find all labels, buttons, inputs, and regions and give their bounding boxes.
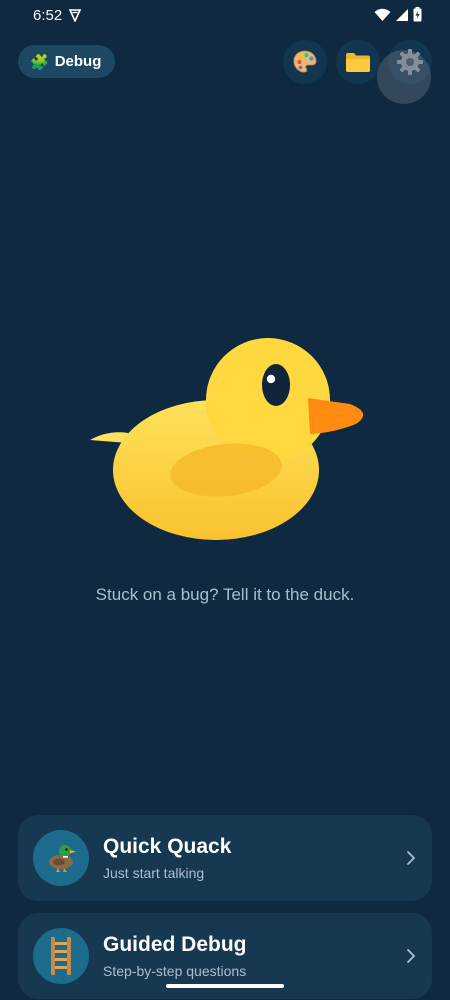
status-bar: 6:52: [0, 0, 450, 32]
rubber-duck-illustration: [90, 338, 364, 540]
quick-quack-card[interactable]: Quick Quack Just start talking: [18, 815, 432, 901]
quick-quack-avatar: [33, 830, 89, 886]
quick-quack-subtitle: Just start talking: [103, 865, 205, 881]
palette-icon: [293, 50, 317, 73]
settings-press-ripple: [377, 50, 431, 104]
chevron-right-icon: [407, 949, 415, 963]
guided-debug-subtitle: Step-by-step questions: [103, 963, 247, 979]
wifi-icon: [374, 8, 391, 21]
status-icons: [374, 7, 422, 22]
chevron-right-icon: [407, 851, 415, 865]
vpn-shield-icon: [68, 9, 82, 22]
status-time: 6:52: [33, 7, 63, 24]
signal-icon: [396, 8, 408, 21]
duck-beak: [308, 398, 364, 434]
tagline-text: Stuck on a bug? Tell it to the duck.: [95, 585, 355, 604]
guided-debug-title: Guided Debug: [103, 933, 247, 956]
guided-debug-avatar: [33, 928, 89, 984]
duck-eye-highlight: [266, 374, 276, 384]
debug-mode-label: Debug: [54, 53, 102, 70]
theme-button[interactable]: [283, 40, 327, 84]
duck-emoji-icon: [49, 845, 76, 872]
battery-icon: [413, 7, 422, 22]
debug-mode-chip[interactable]: 🧩 Debug: [18, 45, 116, 78]
duck-eye: [262, 364, 290, 406]
quick-quack-title: Quick Quack: [103, 835, 232, 858]
home-indicator[interactable]: [166, 984, 284, 988]
folder-icon: [346, 53, 370, 72]
sessions-folder-button[interactable]: [336, 40, 380, 84]
puzzle-piece-icon: 🧩: [30, 53, 49, 71]
ladder-emoji-icon: [51, 937, 71, 975]
